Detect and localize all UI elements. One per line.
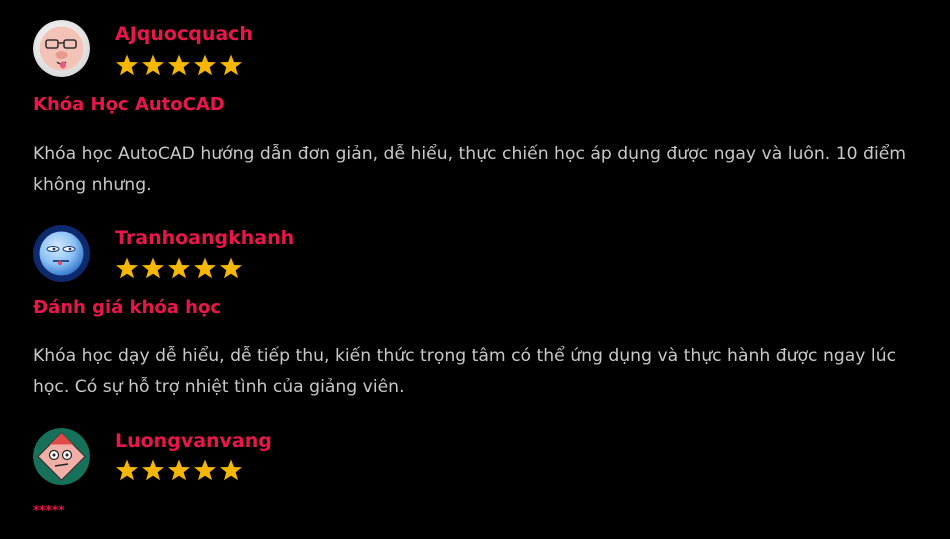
rating-stars (115, 53, 243, 77)
star-icon (220, 459, 242, 481)
star-icon (116, 54, 138, 76)
review-body: Khóa học AutoCAD hướng dẫn đơn giản, dễ … (33, 144, 907, 195)
star-icon (142, 459, 164, 481)
review-body: Khóa học dạy dễ hiểu, dễ tiếp thu, kiến … (33, 346, 897, 397)
avatar-emoticon-pig (33, 20, 90, 77)
star-icon (142, 54, 164, 76)
star-icon (168, 257, 190, 279)
star-icon (168, 459, 190, 481)
review-title: Khóa Học AutoCAD (33, 94, 225, 115)
star-icon (116, 459, 138, 481)
review-title: Đánh giá khóa học (33, 297, 222, 318)
review-title: ***** (33, 503, 65, 517)
star-icon (194, 54, 216, 76)
star-icon (142, 257, 164, 279)
rating-stars (115, 256, 243, 280)
star-icon (220, 54, 242, 76)
avatar-emoticon-blue (33, 225, 90, 282)
star-icon (194, 459, 216, 481)
review-author: Luongvanvang (115, 430, 272, 452)
review-author: AJquocquach (115, 23, 253, 45)
avatar-emoticon-diamond (33, 428, 90, 485)
star-icon (116, 257, 138, 279)
star-icon (168, 54, 190, 76)
rating-stars (115, 458, 243, 482)
star-icon (194, 257, 216, 279)
review-author: Tranhoangkhanh (115, 227, 295, 249)
star-icon (220, 257, 242, 279)
